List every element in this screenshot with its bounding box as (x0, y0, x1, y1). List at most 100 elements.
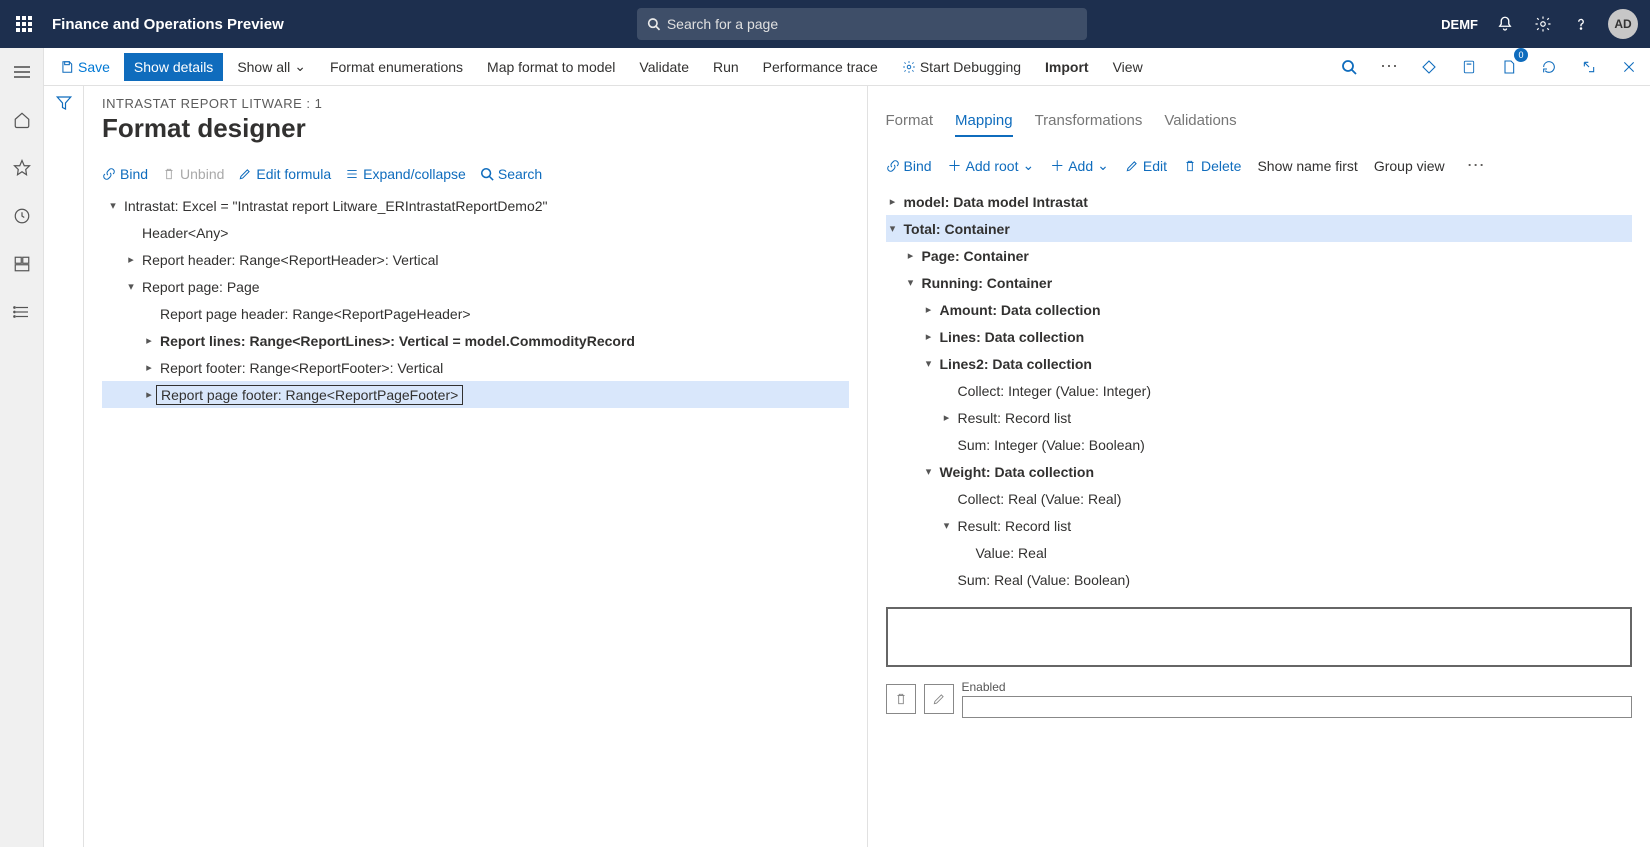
tree-chevron-icon[interactable]: ▸ (922, 330, 936, 343)
ds-row[interactable]: ▸Amount: Data collection (886, 296, 1633, 323)
tree-chevron-icon[interactable]: ▸ (922, 303, 936, 316)
add-button[interactable]: ＋Add ⌄ (1050, 156, 1109, 176)
map-format-button[interactable]: Map format to model (477, 53, 625, 81)
ds-row[interactable]: Sum: Real (Value: Boolean) (886, 566, 1633, 593)
start-debugging-button[interactable]: Start Debugging (892, 53, 1031, 81)
tree-chevron-icon[interactable]: ▾ (124, 280, 138, 293)
popout-icon[interactable] (1574, 52, 1604, 82)
workspace-icon[interactable] (8, 250, 36, 278)
cmd-search-icon[interactable] (1334, 52, 1364, 82)
show-details-button[interactable]: Show details (124, 53, 223, 81)
company-code[interactable]: DEMF (1441, 17, 1478, 32)
ds-overflow-icon[interactable]: ⋯ (1461, 155, 1491, 176)
chevron-down-icon: ⌄ (1022, 157, 1034, 174)
tree-row[interactable]: ▸Report header: Range<ReportHeader>: Ver… (102, 246, 849, 273)
tree-chevron-icon[interactable]: ▾ (886, 222, 900, 235)
tree-chevron-icon[interactable]: ▸ (142, 361, 156, 374)
home-icon[interactable] (8, 106, 36, 134)
import-button[interactable]: Import (1035, 53, 1099, 81)
show-name-first-button[interactable]: Show name first (1257, 158, 1357, 174)
show-all-button[interactable]: Show all ⌄ (227, 52, 316, 81)
add-root-button[interactable]: ＋Add root ⌄ (948, 156, 1035, 176)
ds-row[interactable]: ▾Total: Container (886, 215, 1633, 242)
tree-row[interactable]: Header<Any> (102, 219, 849, 246)
expand-collapse-button[interactable]: Expand/collapse (345, 166, 466, 182)
save-button[interactable]: Save (50, 53, 120, 81)
search-icon (480, 167, 494, 181)
tree-chevron-icon[interactable]: ▾ (940, 519, 954, 532)
expression-input[interactable] (886, 607, 1633, 667)
tree-chevron-icon[interactable]: ▸ (124, 253, 138, 266)
delete-formula-button[interactable] (886, 684, 916, 714)
gear-icon (902, 60, 916, 74)
tab-transformations[interactable]: Transformations (1035, 112, 1143, 137)
ds-row[interactable]: ▸Result: Record list (886, 404, 1633, 431)
edit-formula-btn2[interactable] (924, 684, 954, 714)
close-icon[interactable] (1614, 52, 1644, 82)
office-icon[interactable] (1454, 52, 1484, 82)
tree-row[interactable]: ▸Report lines: Range<ReportLines>: Verti… (102, 327, 849, 354)
modules-icon[interactable] (8, 298, 36, 326)
tree-chevron-icon[interactable]: ▸ (142, 388, 156, 401)
ds-row[interactable]: ▸model: Data model Intrastat (886, 188, 1633, 215)
tree-chevron-icon[interactable]: ▸ (940, 411, 954, 424)
tab-validations[interactable]: Validations (1164, 112, 1236, 137)
tree-chevron-icon[interactable]: ▸ (886, 195, 900, 208)
ds-row[interactable]: ▾Lines2: Data collection (886, 350, 1633, 377)
edit-formula-button[interactable]: Edit formula (238, 166, 331, 182)
tree-row[interactable]: ▾Intrastat: Excel = "Intrastat report Li… (102, 192, 849, 219)
ds-row[interactable]: Sum: Integer (Value: Boolean) (886, 431, 1633, 458)
format-enumerations-button[interactable]: Format enumerations (320, 53, 473, 81)
ds-label: Value: Real (972, 545, 1047, 561)
global-search-input[interactable] (667, 16, 1078, 32)
trash-icon (162, 167, 176, 181)
bind-button[interactable]: Bind (102, 166, 148, 182)
tree-row[interactable]: Report page header: Range<ReportPageHead… (102, 300, 849, 327)
notification-icon[interactable] (1494, 13, 1516, 35)
settings-icon[interactable] (1532, 13, 1554, 35)
refresh-icon[interactable] (1534, 52, 1564, 82)
ds-row[interactable]: ▸Page: Container (886, 242, 1633, 269)
user-avatar[interactable]: AD (1608, 9, 1638, 39)
tree-chevron-icon[interactable]: ▾ (106, 199, 120, 212)
ds-bind-button[interactable]: Bind (886, 158, 932, 174)
waffle-icon[interactable] (0, 0, 48, 48)
ds-row[interactable]: Collect: Real (Value: Real) (886, 485, 1633, 512)
tree-row[interactable]: ▾Report page: Page (102, 273, 849, 300)
delete-button[interactable]: Delete (1183, 158, 1241, 174)
overflow-icon[interactable]: ⋯ (1374, 56, 1404, 77)
hamburger-icon[interactable] (8, 58, 36, 86)
group-view-button[interactable]: Group view (1374, 158, 1445, 174)
tree-chevron-icon[interactable]: ▸ (142, 334, 156, 347)
search-button[interactable]: Search (480, 166, 542, 182)
tab-format[interactable]: Format (886, 112, 934, 137)
tree-chevron-icon[interactable]: ▾ (904, 276, 918, 289)
tree-chevron-icon[interactable]: ▸ (904, 249, 918, 262)
diamond-icon[interactable] (1414, 52, 1444, 82)
ds-row[interactable]: ▾Running: Container (886, 269, 1633, 296)
edit-button[interactable]: Edit (1125, 158, 1167, 174)
tree-chevron-icon[interactable]: ▾ (922, 357, 936, 370)
ds-row[interactable]: ▸Lines: Data collection (886, 323, 1633, 350)
view-button[interactable]: View (1103, 53, 1153, 81)
help-icon[interactable] (1570, 13, 1592, 35)
performance-trace-button[interactable]: Performance trace (753, 53, 888, 81)
tab-mapping[interactable]: Mapping (955, 112, 1013, 137)
tree-label: Report header: Range<ReportHeader>: Vert… (138, 252, 439, 268)
ds-row[interactable]: ▾Result: Record list (886, 512, 1633, 539)
tree-row[interactable]: ▸Report page footer: Range<ReportPageFoo… (102, 381, 849, 408)
enabled-input[interactable] (962, 696, 1633, 718)
tree-row[interactable]: ▸Report footer: Range<ReportFooter>: Ver… (102, 354, 849, 381)
filter-icon[interactable] (55, 94, 73, 847)
run-button[interactable]: Run (703, 53, 749, 81)
tree-chevron-icon[interactable]: ▾ (922, 465, 936, 478)
ds-row[interactable]: ▾Weight: Data collection (886, 458, 1633, 485)
validate-button[interactable]: Validate (629, 53, 699, 81)
ds-row[interactable]: Value: Real (886, 539, 1633, 566)
attach-icon[interactable]: 0 (1494, 52, 1524, 82)
star-icon[interactable] (8, 154, 36, 182)
recent-icon[interactable] (8, 202, 36, 230)
ds-label: Collect: Integer (Value: Integer) (954, 383, 1152, 399)
global-search[interactable] (637, 8, 1087, 40)
ds-row[interactable]: Collect: Integer (Value: Integer) (886, 377, 1633, 404)
